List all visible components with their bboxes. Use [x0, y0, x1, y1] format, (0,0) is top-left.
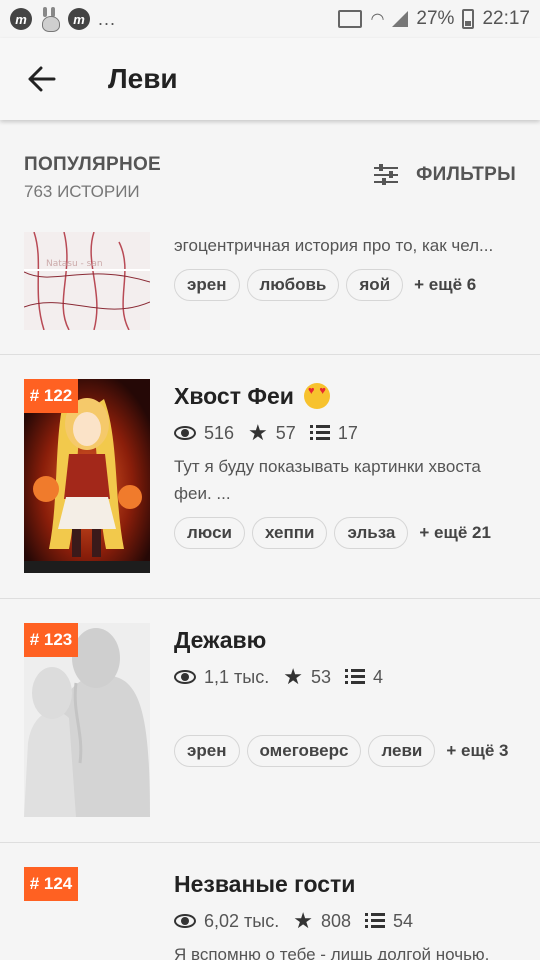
app-notification-icon: m [10, 8, 32, 30]
parts-list-icon [309, 425, 330, 441]
tag-chip[interactable]: любовь [246, 269, 340, 301]
filters-button[interactable]: ФИЛЬТРЫ [374, 164, 516, 186]
tag-list: эрен омеговерс леви + ещё 3 [174, 735, 520, 767]
status-bar: m m ... ◠ 27% 22:17 [0, 0, 540, 38]
tag-chip[interactable]: эрен [174, 269, 240, 301]
stars-count: 57 [275, 422, 296, 443]
tag-list: люси хеппи эльза + ещё 21 [174, 517, 520, 549]
tag-chip[interactable]: омеговерс [246, 735, 362, 767]
views-count: 1,1 тыс. [204, 666, 270, 687]
stars-count: 808 [320, 910, 351, 931]
notification-icons: m m ... [10, 7, 117, 32]
rank-badge: # 122 [24, 379, 78, 413]
more-tags-link[interactable]: + ещё 6 [414, 275, 476, 295]
clock: 22:17 [482, 8, 530, 29]
system-status: ◠ 27% 22:17 [338, 8, 530, 30]
star-icon: ★ [293, 908, 313, 933]
battery-percent: 27% [416, 8, 455, 29]
story-stats: 1,1 тыс. ★ 53 4 [174, 665, 520, 689]
more-tags-link[interactable]: + ещё 3 [446, 741, 508, 761]
signal-icon [392, 11, 409, 27]
story-title-text: Незваные гости [174, 870, 356, 897]
tag-chip[interactable]: люси [174, 517, 245, 549]
story-title-text: Дежавю [174, 626, 267, 653]
star-icon: ★ [248, 420, 268, 445]
arrow-left-icon [28, 66, 56, 92]
story-title[interactable]: Дежавю [174, 623, 520, 657]
back-button[interactable] [0, 38, 84, 120]
page-title: Леви [108, 63, 178, 94]
star-icon: ★ [283, 664, 303, 689]
views-count: 6,02 тыс. [204, 910, 280, 931]
story-title[interactable]: Незваные гости [174, 867, 520, 901]
parts-count: 4 [372, 666, 383, 687]
eye-icon [174, 670, 196, 684]
eye-icon [174, 914, 196, 928]
tag-chip[interactable]: эрен [174, 735, 240, 767]
filter-sliders-icon [374, 164, 399, 186]
rank-badge: # 123 [24, 623, 78, 657]
story-description: Тут я буду показывать картинки хвоста фе… [174, 457, 481, 503]
story-description: эгоцентричная история про то, как чел... [174, 236, 494, 255]
wifi-icon: ◠ [370, 11, 385, 28]
parts-list-icon [365, 913, 385, 929]
story-card[interactable]: # 122 Хвост Феи ♥ ♥ 516 ★ 57 17 Тут я бу… [0, 355, 540, 599]
more-tags-link[interactable]: + ещё 21 [419, 523, 491, 543]
rank-badge: # 124 [24, 867, 78, 901]
views-count: 516 [204, 422, 235, 443]
story-card[interactable]: # 124 Незваные гости 6,02 тыс. ★ 808 54 Я… [0, 843, 540, 960]
story-title[interactable]: Хвост Феи [174, 379, 520, 413]
eye-icon [174, 426, 196, 440]
filters-label: ФИЛЬТРЫ [416, 164, 516, 185]
list-header: ПОПУЛЯРНОЕ 763 ИСТОРИИ ФИЛЬТРЫ [0, 120, 540, 228]
tag-chip[interactable]: леви [368, 735, 436, 767]
parts-list-icon [344, 669, 365, 685]
battery-icon [462, 9, 475, 29]
parts-count: 54 [393, 910, 414, 931]
tag-chip[interactable]: хеппи [252, 517, 328, 549]
story-card[interactable]: # 123 Дежавю 1,1 тыс. ★ 53 4 эрен омегове… [0, 599, 540, 843]
app-notification-icon: m [68, 8, 90, 30]
parts-count: 17 [337, 422, 358, 443]
story-card[interactable]: Natasu - san эгоцентричная история про т… [0, 228, 540, 355]
tag-list: эрен любовь яой + ещё 6 [174, 269, 520, 301]
story-stats: 516 ★ 57 17 [174, 421, 520, 445]
app-bar: Леви [0, 38, 540, 120]
story-cover[interactable]: Natasu - san [24, 232, 150, 330]
bunny-notification-icon [40, 7, 60, 32]
cover-image: Natasu - san [24, 232, 150, 330]
tag-chip[interactable]: яой [346, 269, 404, 301]
stars-count: 53 [310, 666, 331, 687]
tag-chip[interactable]: эльза [334, 517, 409, 549]
story-stats: 6,02 тыс. ★ 808 54 [174, 909, 520, 933]
cast-icon [338, 10, 363, 28]
heart-eyes-emoji-icon [303, 383, 330, 409]
story-title-text: Хвост Феи [174, 382, 294, 409]
svg-text:Natasu - san: Natasu - san [46, 259, 103, 269]
story-description: Я вспомню о тебе - лишь долгой ночью, [174, 945, 490, 960]
more-notifications-indicator: ... [98, 8, 117, 29]
